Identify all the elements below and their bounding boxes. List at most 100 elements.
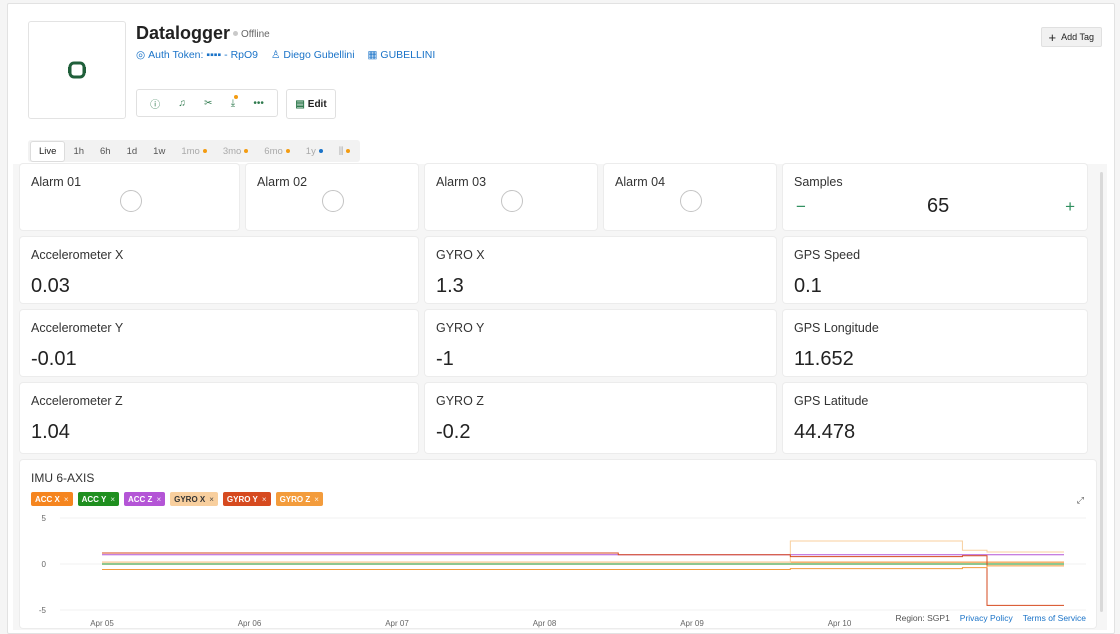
dashboard: Alarm 01 Alarm 02 Alarm 03 Alarm 04 Samp… (13, 164, 1107, 630)
tab-range[interactable]: 6h (92, 142, 119, 161)
tab-label: 1d (126, 145, 138, 157)
download-icon[interactable]: ⤓ (231, 94, 239, 109)
more-icon[interactable]: ••• (253, 98, 264, 109)
imu-chart-widget: IMU 6-AXIS ACC X × ACC Y × ACC Z × GYRO X × GYRO… (20, 460, 1096, 628)
tab-label: 1y (305, 145, 316, 157)
remove-series-icon[interactable]: × (262, 495, 267, 504)
remove-series-icon[interactable]: × (64, 495, 69, 504)
metric-label: GPS Longitude (794, 321, 879, 335)
metric-label: GPS Speed (794, 248, 861, 262)
metric-label: GPS Latitude (794, 394, 869, 408)
increment-button[interactable]: + (1065, 197, 1075, 217)
remove-series-icon[interactable]: × (209, 495, 214, 504)
tab-range[interactable]: 3mo (215, 142, 256, 161)
terms-link[interactable]: Terms of Service (1023, 613, 1086, 623)
edit-button[interactable]: ▤ Edit (286, 89, 336, 119)
metric-label: GYRO Z (436, 394, 484, 408)
info-icon[interactable]: ⓘ (150, 96, 160, 111)
metric-value: 1.3 (436, 275, 464, 297)
tab-range[interactable]: ⫼ (331, 142, 358, 161)
legend-chip[interactable]: GYRO Y × (222, 492, 271, 506)
alarm-label: Alarm 01 (31, 175, 82, 189)
led-indicator (501, 190, 523, 212)
owner-link[interactable]: ♙ Diego Gubellini (271, 49, 355, 61)
device-meta: ◎ Auth Token: ▪▪▪▪ - RpO9 ♙ Diego Gubellin… (136, 49, 445, 61)
legend-chip[interactable]: ACC Y × (77, 492, 119, 506)
acc-y-widget: Accelerometer Y -0.01 (20, 310, 418, 376)
tab-range[interactable]: Live (30, 140, 66, 162)
bell-icon[interactable]: ♫ (178, 98, 186, 109)
metric-label: GYRO X (436, 248, 485, 262)
metric-value: -0.01 (31, 348, 77, 370)
privacy-link[interactable]: Privacy Policy (960, 613, 1013, 623)
device-title: Datalogger (136, 23, 231, 43)
remove-series-icon[interactable]: × (314, 495, 319, 504)
status-text: Offline (241, 29, 270, 40)
org-text: GUBELLINI (380, 49, 436, 61)
gyro-z-widget: GYRO Z -0.2 (425, 383, 776, 453)
led-indicator (322, 190, 344, 212)
decrement-button[interactable]: − (796, 197, 806, 217)
legend-label: ACC Y (81, 494, 107, 504)
legend-label: GYRO Y (226, 494, 258, 504)
x-tick-label: Apr 05 (90, 619, 114, 628)
legend-label: ACC Z (127, 494, 153, 504)
tab-range[interactable]: 6mo (256, 142, 297, 161)
x-tick-label: Apr 10 (828, 619, 852, 628)
legend-label: GYRO Z (279, 494, 311, 504)
metric-label: Accelerometer Z (31, 394, 123, 408)
y-tick-label: 0 (42, 560, 47, 569)
metric-label: Accelerometer X (31, 248, 124, 262)
legend-chip[interactable]: ACC Z × (123, 492, 166, 506)
led-indicator (119, 190, 142, 212)
metric-label: GYRO Y (436, 321, 485, 335)
metric-value: 1.04 (31, 421, 70, 443)
legend-chip[interactable]: GYRO X × (170, 492, 218, 506)
region-text: Region: SGP1 (895, 613, 950, 623)
org-link[interactable]: ▦ GUBELLINI (368, 49, 436, 61)
plus-icon: + (1048, 29, 1057, 45)
scrollbar[interactable] (1100, 172, 1103, 612)
chart-legend: ACC X × ACC Y × ACC Z × GYRO X × GYRO Y × GYRO Z × (31, 492, 328, 506)
tab-dot (285, 148, 290, 153)
alarm-03-widget: Alarm 03 (425, 164, 597, 230)
series-line-gyro-y (102, 552, 1064, 606)
add-tag-label: Add Tag (1061, 32, 1094, 42)
metric-value: 44.478 (794, 421, 856, 443)
owner-text: Diego Gubellini (283, 49, 355, 61)
edit-icon: ▤ (295, 98, 305, 110)
remove-series-icon[interactable]: × (156, 495, 161, 504)
token-icon: ◎ (136, 49, 146, 61)
tab-range[interactable]: 1y (298, 142, 331, 161)
tab-range[interactable]: 1d (119, 142, 146, 161)
series-line-gyro-x (102, 540, 1064, 563)
device-image (28, 21, 126, 119)
tab-dot (346, 148, 351, 153)
alarm-01-widget: Alarm 01 (20, 164, 239, 230)
download-badge (234, 94, 239, 99)
samples-value: 65 (927, 195, 950, 217)
status-dot (233, 31, 238, 36)
metric-value: 11.652 (794, 348, 854, 370)
tab-range[interactable]: 1w (145, 142, 173, 161)
tab-range[interactable]: 1h (65, 142, 92, 161)
remove-series-icon[interactable]: × (110, 495, 115, 504)
expand-icon[interactable]: ⤢ (1077, 495, 1084, 506)
metric-value: 0.1 (794, 275, 822, 297)
alarm-02-widget: Alarm 02 (246, 164, 418, 230)
add-tag-button[interactable]: + Add Tag (1040, 27, 1102, 47)
tab-range[interactable]: 1mo (173, 142, 214, 161)
gyro-x-widget: GYRO X 1.3 (425, 237, 776, 303)
legend-chip[interactable]: ACC X × (31, 492, 73, 506)
tools-icon[interactable]: ✂ (204, 98, 212, 109)
tab-dot (202, 148, 207, 153)
tab-dot (244, 148, 249, 153)
alarm-04-widget: Alarm 04 (604, 164, 776, 230)
alarm-label: Alarm 04 (615, 175, 666, 189)
auth-token[interactable]: ◎ Auth Token: ▪▪▪▪ - RpO9 (136, 49, 258, 61)
legend-chip[interactable]: GYRO Z × (275, 492, 323, 506)
chart-plot: 5 0 -5 Apr 05 Apr 06 Apr 07 Apr 08 Apr 09 Apr 10 (39, 514, 1086, 628)
tab-label: Live (39, 145, 57, 157)
x-tick-label: Apr 06 (238, 619, 262, 628)
tab-label: 6h (100, 145, 111, 157)
